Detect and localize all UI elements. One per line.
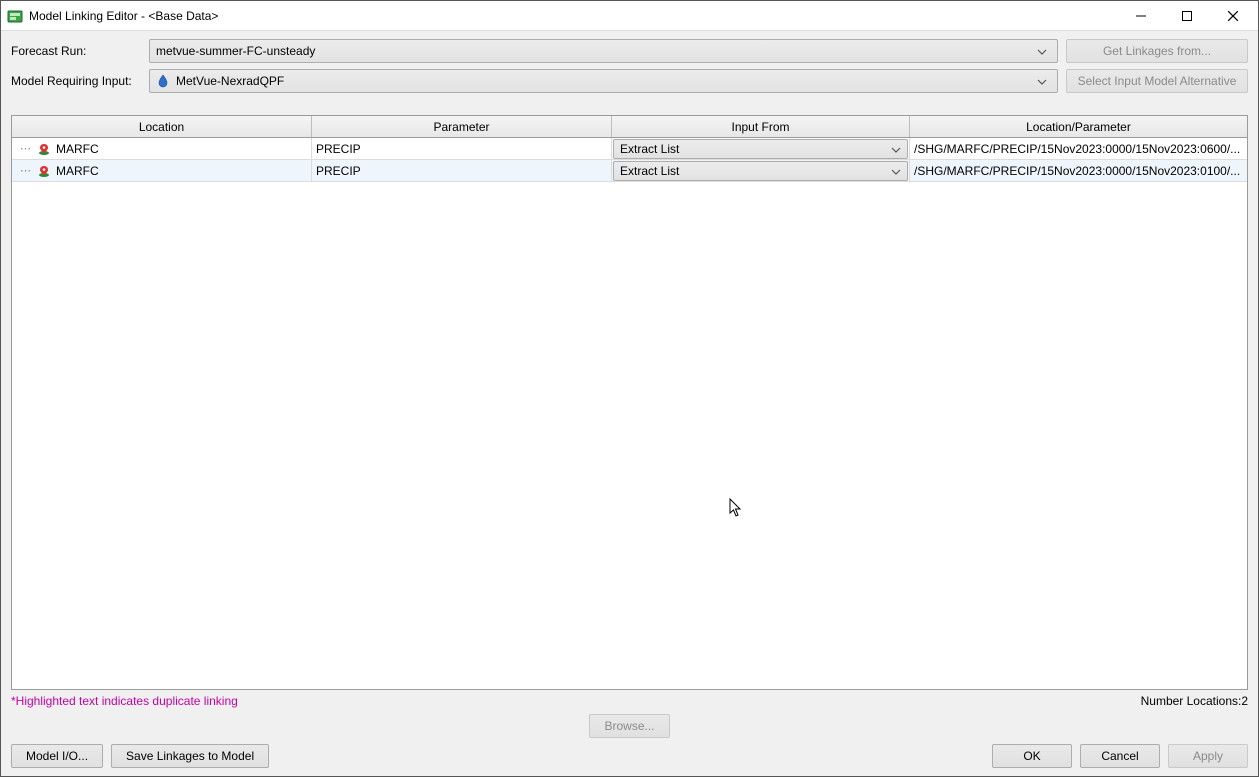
forecast-run-label: Forecast Run: [11,44,141,58]
get-linkages-button[interactable]: Get Linkages from... [1066,39,1248,63]
input-from-combo[interactable]: Extract List [613,161,908,181]
cell-location: ⋯ MARFC [12,138,312,159]
footer-buttons: Model I/O... Save Linkages to Model OK C… [11,744,1248,768]
ok-button[interactable]: OK [992,744,1072,768]
raindrop-icon [156,74,170,88]
table-row[interactable]: ⋯ MARFC PRECIP Extract [12,138,1247,160]
window-title: Model Linking Editor - <Base Data> [29,9,1118,23]
col-header-location[interactable]: Location [12,116,312,137]
cell-parameter: PRECIP [312,138,612,159]
location-marker-icon [36,163,52,179]
location-count: Number Locations:2 [1141,694,1248,708]
maximize-button[interactable] [1164,1,1210,31]
table-body: ⋯ MARFC PRECIP Extract [12,138,1247,689]
chevron-down-icon [1033,44,1051,58]
forecast-run-combo[interactable]: metvue-summer-FC-unsteady [149,39,1058,63]
model-io-button[interactable]: Model I/O... [11,744,103,768]
forecast-run-row: Forecast Run: metvue-summer-FC-unsteady … [11,39,1248,63]
save-linkages-button[interactable]: Save Linkages to Model [111,744,269,768]
col-header-location-parameter[interactable]: Location/Parameter [910,116,1247,137]
window-controls [1118,1,1256,31]
close-button[interactable] [1210,1,1256,31]
browse-row: Browse... [11,714,1248,738]
location-marker-icon [36,141,52,157]
chevron-down-icon [1033,74,1051,88]
app-icon [7,8,23,24]
tree-connector-icon: ⋯ [20,164,32,177]
model-input-value: MetVue-NexradQPF [176,74,1033,88]
model-input-label: Model Requiring Input: [11,74,141,88]
col-header-input-from[interactable]: Input From [612,116,910,137]
chevron-down-icon [891,164,901,178]
cell-location: ⋯ MARFC [12,160,312,181]
cell-parameter: PRECIP [312,160,612,181]
model-input-combo[interactable]: MetVue-NexradQPF [149,69,1058,93]
linkages-table: Location Parameter Input From Location/P… [11,115,1248,690]
model-input-row: Model Requiring Input: MetVue-NexradQPF … [11,69,1248,93]
cell-input-from: Extract List [612,138,910,159]
cancel-button[interactable]: Cancel [1080,744,1160,768]
browse-button[interactable]: Browse... [589,714,669,738]
minimize-button[interactable] [1118,1,1164,31]
input-from-value: Extract List [620,164,891,178]
chevron-down-icon [891,142,901,156]
forecast-run-value: metvue-summer-FC-unsteady [156,44,1033,58]
input-from-combo[interactable]: Extract List [613,139,908,159]
cell-location-text: MARFC [56,142,99,156]
cell-location-parameter: /SHG/MARFC/PRECIP/15Nov2023:0000/15Nov20… [910,138,1247,159]
col-header-parameter[interactable]: Parameter [312,116,612,137]
duplicate-note: *Highlighted text indicates duplicate li… [11,694,238,708]
tree-connector-icon: ⋯ [20,142,32,155]
cell-location-parameter: /SHG/MARFC/PRECIP/15Nov2023:0000/15Nov20… [910,160,1247,181]
table-header-row: Location Parameter Input From Location/P… [12,116,1247,138]
cell-input-from: Extract List [612,160,910,181]
status-row: *Highlighted text indicates duplicate li… [11,694,1248,708]
app-window: Model Linking Editor - <Base Data> Forec… [0,0,1259,777]
cell-location-text: MARFC [56,164,99,178]
content-area: Forecast Run: metvue-summer-FC-unsteady … [1,31,1258,776]
input-from-value: Extract List [620,142,891,156]
titlebar: Model Linking Editor - <Base Data> [1,1,1258,31]
table-row[interactable]: ⋯ MARFC PRECIP Extract [12,160,1247,182]
select-input-alt-button[interactable]: Select Input Model Alternative [1066,69,1248,93]
apply-button[interactable]: Apply [1168,744,1248,768]
